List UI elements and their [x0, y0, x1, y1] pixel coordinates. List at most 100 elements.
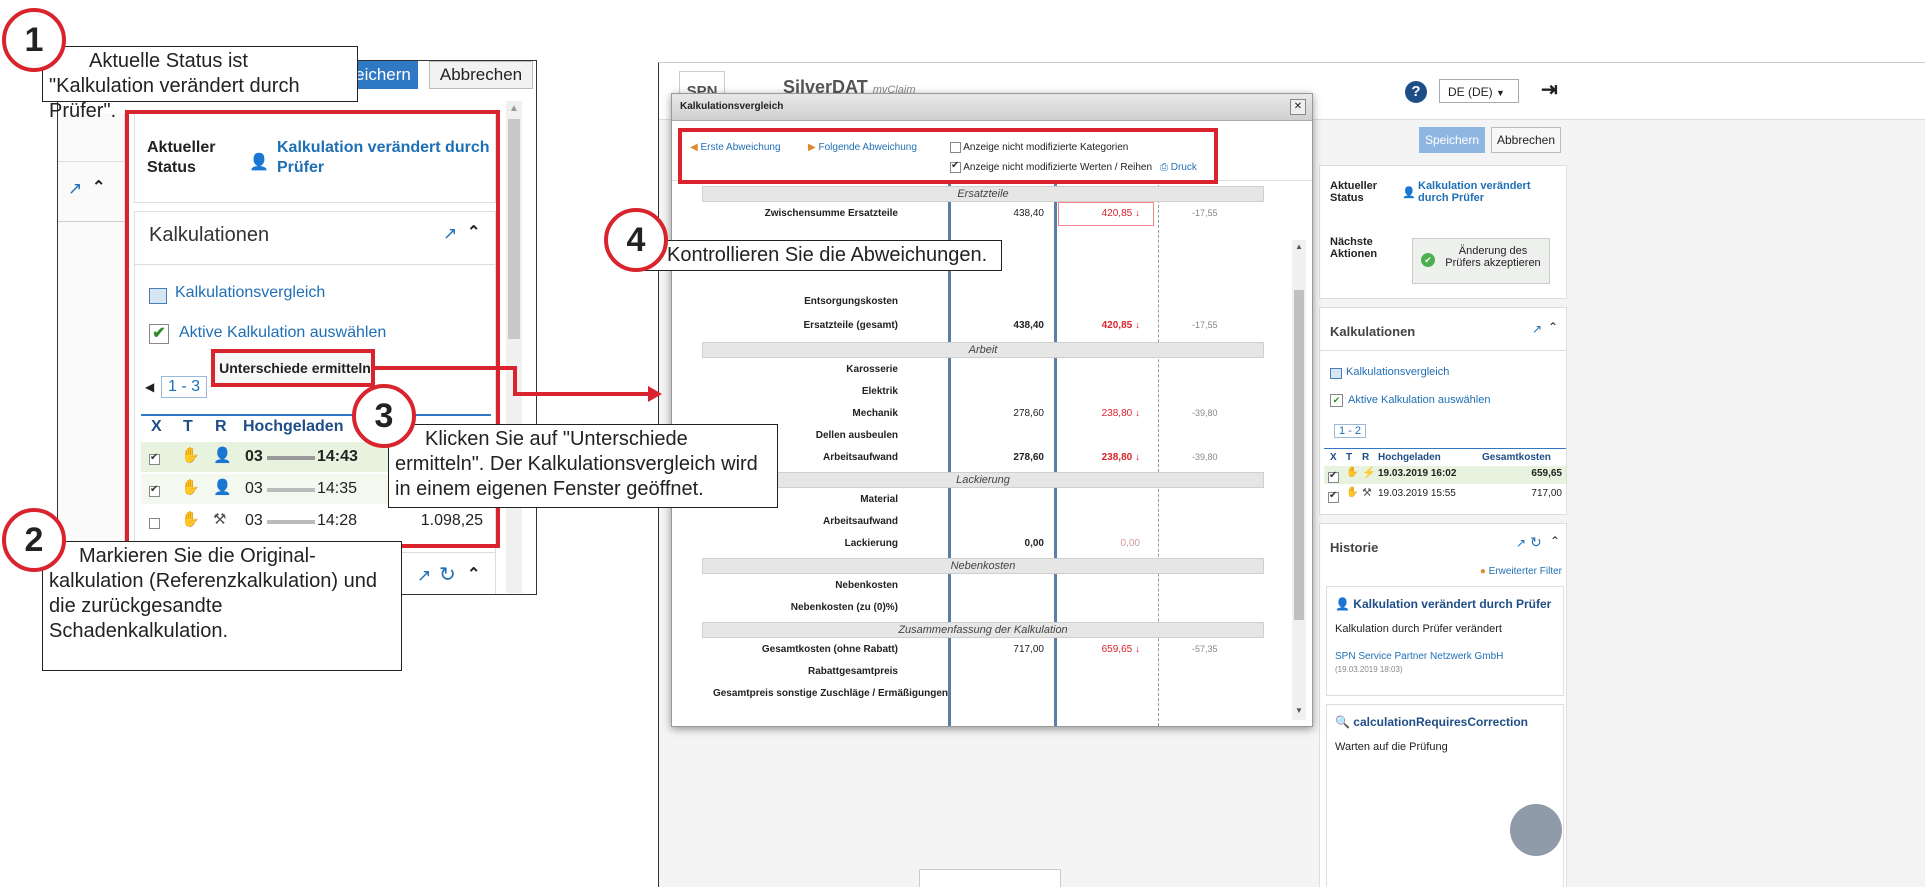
pager[interactable]: 1 - 2: [1334, 424, 1367, 438]
extended-filter-link[interactable]: ● Erweiterter Filter: [1480, 566, 1562, 577]
app-screenshot: SPN SilverDAT myClaim ? DE (DE) ▼ ⇥ Spei…: [658, 62, 1925, 887]
collapse-icon[interactable]: ⌃: [1548, 320, 1558, 334]
status-value: Kalkulation verändert durch Prüfer: [1418, 180, 1531, 204]
handshake-icon: ✋: [1346, 467, 1359, 478]
history-item[interactable]: 👤 Kalkulation verändert durch Prüfer Kal…: [1326, 586, 1564, 696]
sidebar: Speichern Abbrechen Aktueller Status 👤 K…: [1319, 119, 1569, 887]
collapse-icon[interactable]: ⌃: [467, 564, 480, 584]
badge-2: 2: [2, 508, 66, 572]
expand-icon[interactable]: ↗: [1532, 322, 1542, 336]
link-select-active[interactable]: Aktive Kalkulation auswählen: [1348, 394, 1490, 406]
history-title: Historie: [1330, 540, 1379, 555]
history-panel: Historie ↗ ↻ ⌃ ● Erweiterter Filter 👤 Ka…: [1319, 523, 1567, 887]
save-button[interactable]: eichern: [348, 61, 418, 89]
arrow-head: [648, 386, 662, 402]
refresh-icon[interactable]: ↻: [439, 562, 456, 587]
row-label: Elektrik: [861, 386, 898, 397]
logout-icon[interactable]: ⇥: [1541, 77, 1558, 102]
section-header: Lackierung: [702, 472, 1264, 488]
scroll-thumb[interactable]: [508, 119, 520, 339]
chat-bubble[interactable]: [1510, 804, 1562, 856]
value-a: 278,60: [1013, 408, 1044, 419]
scroll-up-icon[interactable]: ▲: [509, 103, 519, 114]
badge-1: 1: [2, 8, 66, 72]
arrow-down-icon: ↓: [1135, 452, 1140, 463]
col-t: T: [1346, 452, 1353, 463]
table-row: Karosserie: [672, 364, 1290, 380]
accept-button[interactable]: ✔ Änderung des Prüfers akzeptieren: [1412, 238, 1550, 284]
table-header-line: [1324, 448, 1566, 449]
value-b: 420,85 ↓: [1102, 320, 1140, 331]
check-icon: ✔: [1421, 253, 1435, 267]
highlight-modal-toolbar: [678, 128, 1218, 184]
row-label: Karosserie: [846, 364, 898, 375]
row-label: Gesamtpreis sonstige Zuschläge / Ermäßig…: [712, 688, 948, 699]
value-b-text: 238,80: [1101, 452, 1133, 463]
table-row: Gesamtpreis sonstige Zuschläge / Ermäßig…: [672, 688, 1290, 704]
value-diff: -17,55: [1192, 208, 1218, 218]
save-button[interactable]: Speichern: [1419, 127, 1485, 153]
status-label: Aktueller Status: [1330, 180, 1378, 204]
scroll-thumb[interactable]: [1294, 290, 1304, 620]
history-item[interactable]: 🔍 calculationRequiresCorrection Warten a…: [1326, 704, 1564, 887]
scroll-up-icon[interactable]: ▲: [1295, 242, 1303, 251]
table-row[interactable]: ✋ ⚒ 19.03.2019 15:55 717,00: [1324, 486, 1566, 504]
row-checkbox[interactable]: [1328, 470, 1339, 484]
value-b: 238,80 ↓: [1102, 452, 1140, 463]
language-value: DE (DE): [1448, 85, 1493, 99]
arrow-down-icon: ↓: [1135, 408, 1140, 419]
row-label: Zwischensumme Ersatzteile: [764, 208, 898, 219]
table-row: Rabattgesamtpreis: [672, 666, 1290, 682]
user-icon: 👤: [1402, 187, 1416, 199]
link-compare[interactable]: Kalkulationsvergleich: [1346, 366, 1449, 378]
value-b-text: 659,65: [1101, 644, 1133, 655]
status-panel: Aktueller Status 👤 Kalkulation verändert…: [1319, 165, 1567, 299]
collapse-icon[interactable]: ⌃: [1550, 534, 1560, 548]
col-uploaded[interactable]: Hochgeladen: [1378, 452, 1441, 463]
value-a: 278,60: [1013, 452, 1044, 463]
modal-titlebar: Kalkulationsvergleich ✕: [672, 94, 1312, 121]
modal-scrollbar[interactable]: ▲ ▼: [1292, 240, 1306, 720]
scrollbar[interactable]: ▲: [506, 101, 522, 593]
close-icon[interactable]: ✕: [1290, 99, 1306, 115]
table-row: Mechanik 278,60 238,80 ↓ -39,80: [672, 408, 1290, 424]
row-label: Material: [860, 494, 898, 505]
expand-icon[interactable]: ↗: [1516, 536, 1526, 550]
value-b-text: 238,80: [1101, 408, 1133, 419]
value-b: 659,65 ↓: [1102, 644, 1140, 655]
table-row[interactable]: ✋ ⚡ 19.03.2019 16:02 659,65: [1324, 466, 1566, 484]
left-partial-divider: [58, 161, 124, 162]
section-header: Ersatzteile: [702, 186, 1264, 202]
badge-3: 3: [352, 384, 416, 448]
cancel-button[interactable]: Abbrechen: [1491, 127, 1561, 153]
cancel-button[interactable]: Abbrechen: [429, 61, 533, 89]
refresh-icon[interactable]: ↻: [1530, 534, 1542, 551]
expand-icon[interactable]: ↗: [417, 566, 431, 586]
extended-filter-label: Erweiterter Filter: [1488, 566, 1562, 577]
row-date: 19.03.2019 15:55: [1378, 488, 1456, 499]
help-icon[interactable]: ?: [1405, 81, 1427, 103]
accept-button-label: Änderung des Prüfers akzeptieren: [1445, 245, 1541, 269]
calc-panel-title: Kalkulationen: [1330, 324, 1416, 339]
chevron-down-icon: ▼: [1496, 88, 1505, 98]
row-checkbox[interactable]: [1328, 490, 1339, 504]
expand-icon[interactable]: ↗: [68, 179, 82, 199]
language-select[interactable]: DE (DE) ▼: [1439, 79, 1519, 103]
callout-4: Kontrollieren Sie die Abweichungen.: [636, 240, 1002, 271]
row-label: Rabattgesamtpreis: [807, 666, 898, 677]
row-label: Entsorgungskosten: [804, 296, 898, 307]
badge-4: 4: [604, 208, 668, 272]
row-label: Nebenkosten: [835, 580, 898, 591]
col-total[interactable]: Gesamtkosten: [1482, 452, 1551, 463]
scroll-down-icon[interactable]: ▼: [1295, 706, 1303, 715]
collapse-icon[interactable]: ⌃: [92, 177, 105, 197]
handshake-icon: ✋: [1346, 487, 1359, 498]
table-row: Ersatzteile (gesamt) 438,40 420,85 ↓ -17…: [672, 320, 1290, 336]
table-row: Entsorgungskosten: [672, 296, 1290, 312]
row-label: Nebenkosten (zu (0)%): [790, 602, 898, 613]
value-diff: -39,80: [1192, 408, 1218, 418]
callout-3: Klicken Sie auf "Unterschiede ermitteln"…: [388, 424, 778, 508]
callout-1: Aktuelle Status ist "Kalkulation verände…: [42, 46, 358, 122]
table-row: Lackierung 0,00 0,00: [672, 538, 1290, 554]
history-item-title: 🔍 calculationRequiresCorrection: [1335, 715, 1528, 729]
